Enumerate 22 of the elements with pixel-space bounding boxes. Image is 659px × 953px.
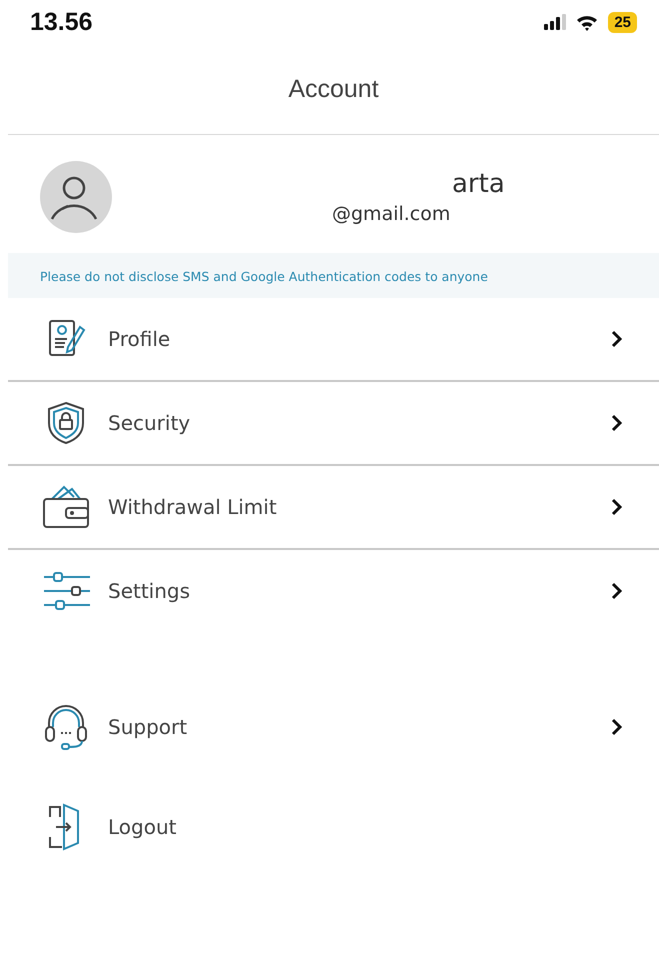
menu-label: Security [108,411,192,435]
user-email: @gmail.com [332,203,450,225]
menu-label: Logout [108,815,178,839]
menu-item[interactable]: Security [8,382,659,466]
menu-label: Settings [108,579,192,603]
menu-label: Support [108,715,188,739]
menu-label: Withdrawal Limit [108,495,278,519]
user-name: arta [452,169,505,199]
menu-item[interactable]: Profile [8,298,659,382]
menu-item[interactable]: Support [8,677,659,777]
battery-indicator: 25 [608,12,637,32]
security-notice: Please do not disclose SMS and Google Authentication codes to anyone [8,253,659,298]
menu-label: Profile [108,327,172,351]
wifi-icon [576,14,598,30]
menu-item[interactable]: Settings [8,550,659,632]
avatar-icon [40,161,112,233]
signal-icon [544,14,566,30]
wallet-icon [40,485,92,529]
page-title: Account [288,74,379,104]
status-time: 13.56 [30,8,93,36]
menu-item[interactable]: Logout [8,777,659,877]
menu-item[interactable]: Withdrawal Limit [8,466,659,550]
